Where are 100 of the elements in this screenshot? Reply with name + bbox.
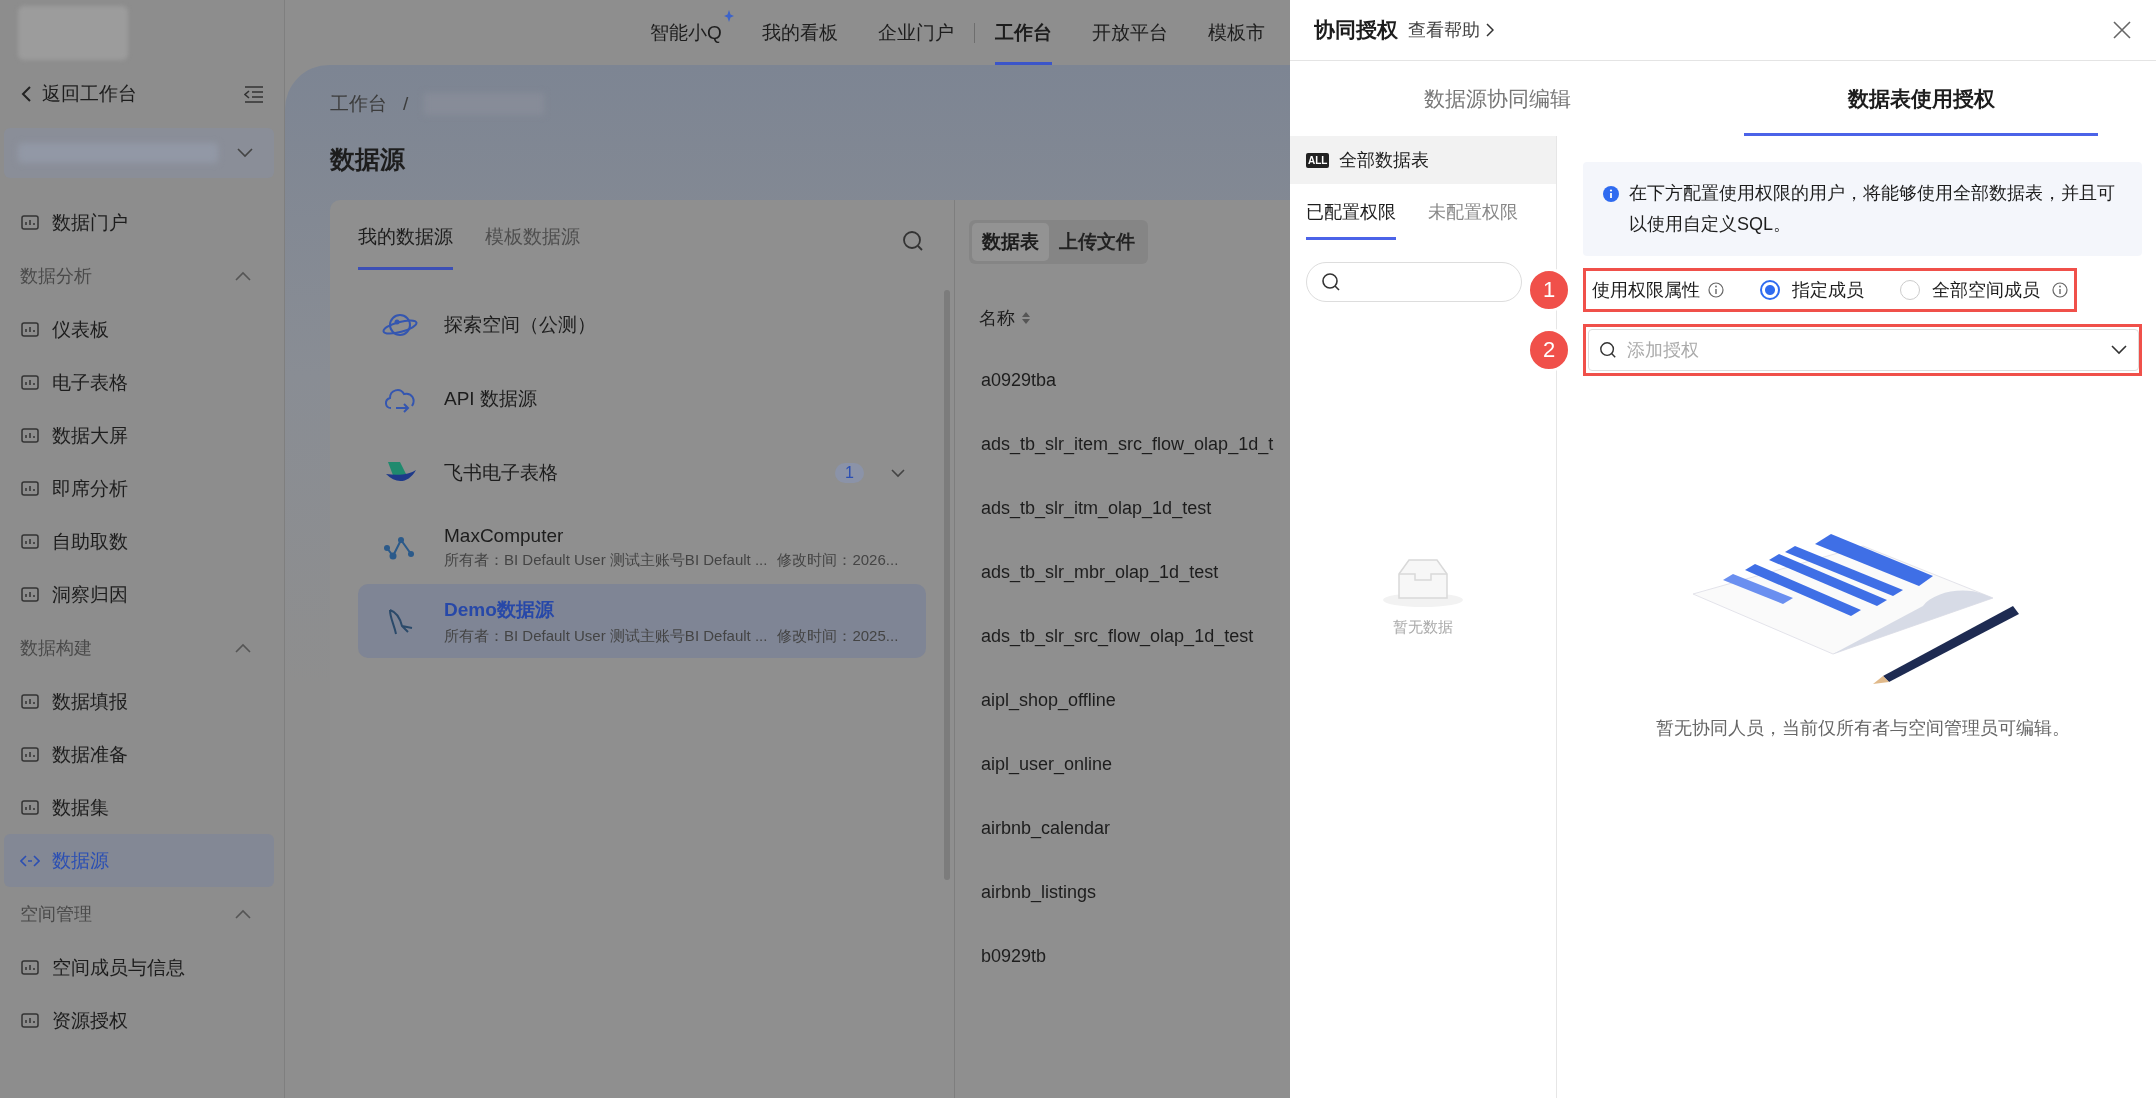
radio-label[interactable]: 全部空间成员: [1932, 278, 2040, 302]
modified-time-text: 修改时间：2026...: [777, 550, 899, 570]
tab[interactable]: 模板数据源: [485, 224, 580, 270]
info-icon[interactable]: [2052, 282, 2068, 298]
menu-icon: [20, 745, 40, 764]
add-authorization-input[interactable]: 添加授权: [1625, 338, 2102, 362]
tab[interactable]: 我的数据源: [358, 224, 453, 270]
info-text: 在下方配置使用权限的用户，将能够使用全部数据表，并且可以使用自定义SQL。: [1629, 182, 2116, 236]
data-source-item[interactable]: Demo数据源 所有者：BI Default User 测试主账号BI Default ... 修改时间：2025...: [358, 584, 926, 658]
sidebar-item[interactable]: 数据准备: [4, 728, 274, 781]
sidebar-item[interactable]: 自助取数: [4, 515, 274, 568]
menu-icon: [20, 213, 40, 232]
table-cell-text: ads_tb_slr_mbr_olap_1d_test: [980, 560, 1220, 585]
data-source-item[interactable]: 飞书电子表格 1: [358, 436, 926, 510]
chevron-up-icon[interactable]: [234, 270, 252, 282]
table-cell-text: ads_tb_slr_item_src_flow_olap_1d_t: [980, 432, 1275, 457]
chevron-down-icon[interactable]: [890, 468, 906, 478]
segment-tab[interactable]: 数据表: [972, 223, 1049, 261]
data-source-item[interactable]: API 数据源: [358, 362, 926, 436]
table-cell-text: aipl_user_online: [980, 752, 1114, 777]
menu-icon: [20, 373, 40, 392]
sidebar-item[interactable]: 数据集: [4, 781, 274, 834]
data-source-item[interactable]: MaxComputer 所有者：BI Default User 测试主账号BI Default ... 修改时间：2026...: [358, 510, 926, 584]
table-cell-text: airbnb_listings: [980, 880, 1098, 905]
annotation-marker: 2: [1527, 328, 1571, 372]
annotation-marker: 1: [1527, 268, 1571, 312]
data-source-name: API 数据源: [444, 387, 538, 411]
data-source-name: 飞书电子表格: [444, 461, 559, 485]
menu-icon: [20, 426, 40, 445]
table-cell-text: aipl_shop_offline: [980, 688, 1117, 713]
add-authorization-select[interactable]: 添加授权: [1588, 329, 2139, 371]
search-icon: [1599, 341, 1617, 359]
column-header[interactable]: 名称: [979, 306, 1015, 330]
empty-text: 暂无数据: [1393, 618, 1453, 637]
chevron-down-icon: [236, 147, 254, 159]
count-badge: 1: [835, 463, 864, 483]
table-cell-text: ads_tb_slr_src_flow_olap_1d_test: [980, 624, 1255, 649]
chevron-up-icon[interactable]: [234, 642, 252, 654]
radio-button[interactable]: [1760, 280, 1780, 300]
tab[interactable]: 数据表使用授权: [1744, 61, 2098, 136]
menu-icon: [20, 1011, 40, 1030]
sidebar-item[interactable]: 数据大屏: [4, 409, 274, 462]
sidebar-item[interactable]: 洞察归因: [4, 568, 274, 621]
sidebar-item[interactable]: 资源授权: [4, 994, 274, 1047]
tab[interactable]: 未配置权限: [1428, 200, 1518, 240]
breadcrumb-separator: /: [403, 93, 409, 115]
chevron-left-icon: [20, 85, 34, 103]
nav-tab[interactable]: 企业门户: [877, 0, 954, 65]
code-brackets-icon: [20, 852, 40, 869]
sidebar-item[interactable]: 即席分析: [4, 462, 274, 515]
tab[interactable]: 已配置权限: [1306, 200, 1396, 240]
permission-label: 使用权限属性: [1592, 279, 1700, 302]
close-icon[interactable]: [2112, 20, 2132, 40]
info-icon[interactable]: [1708, 282, 1724, 298]
radio-label[interactable]: 指定成员: [1792, 278, 1864, 302]
drawer-title: 协同授权: [1314, 17, 1398, 43]
breadcrumb-link[interactable]: 工作台: [330, 91, 387, 117]
all-tables-item[interactable]: ALL 全部数据表: [1290, 136, 1556, 184]
data-source-item[interactable]: 探索空间（公测）: [358, 288, 926, 362]
menu-icon: [20, 958, 40, 977]
menu-icon: [20, 692, 40, 711]
table-cell-text: a0929tba: [980, 368, 1058, 392]
menu-icon: [20, 585, 40, 604]
menu-group-label: 数据构建: [20, 637, 92, 660]
sidebar-item[interactable]: 仪表板: [4, 303, 274, 356]
menu-icon: [20, 532, 40, 551]
tab[interactable]: 数据源协同编辑: [1290, 61, 1704, 136]
sort-icon[interactable]: [1021, 311, 1031, 325]
nav-tab[interactable]: 开放平台: [1091, 0, 1168, 65]
nav-tab[interactable]: 智能小Q: [650, 0, 722, 65]
collapse-menu-icon[interactable]: [244, 85, 264, 103]
empty-message: 暂无协同人员，当前仅所有者与空间管理员可编辑。: [1655, 717, 2070, 740]
chevron-down-icon: [2110, 344, 2128, 356]
table-cell-text: ads_tb_slr_itm_olap_1d_test: [980, 496, 1213, 521]
sidebar-item[interactable]: 数据门户: [4, 196, 274, 249]
menu-group-label: 数据分析: [20, 265, 92, 288]
table-cell-text: airbnb_calendar: [980, 816, 1112, 841]
all-badge: ALL: [1306, 152, 1330, 168]
help-link[interactable]: 查看帮助: [1408, 18, 1494, 42]
data-source-name: 探索空间（公测）: [444, 313, 597, 337]
page-title: 数据源: [330, 144, 406, 175]
sidebar-item[interactable]: 空间成员与信息: [4, 941, 274, 994]
search-icon[interactable]: [902, 230, 924, 252]
chevron-right-icon: [1486, 23, 1494, 37]
nav-tab[interactable]: 模板市: [1207, 0, 1265, 65]
info-icon: [1603, 186, 1619, 202]
table-cell-text: b0929tb: [980, 944, 1048, 968]
menu-icon: [20, 320, 40, 339]
chevron-up-icon[interactable]: [234, 908, 252, 920]
owner-text: 所有者：BI Default User 测试主账号BI Default ...: [444, 550, 768, 570]
nav-tab[interactable]: 工作台: [994, 0, 1052, 65]
menu-icon: [20, 798, 40, 817]
menu-group-label: 空间管理: [20, 903, 92, 926]
nav-tab[interactable]: 我的看板: [761, 0, 838, 65]
data-source-name: MaxComputer: [444, 524, 565, 547]
segment-tab[interactable]: 上传文件: [1049, 223, 1145, 261]
sidebar-item[interactable]: 数据填报: [4, 675, 274, 728]
search-icon: [1321, 272, 1341, 292]
sidebar-item[interactable]: 电子表格: [4, 356, 274, 409]
back-button[interactable]: 返回工作台: [20, 81, 137, 107]
